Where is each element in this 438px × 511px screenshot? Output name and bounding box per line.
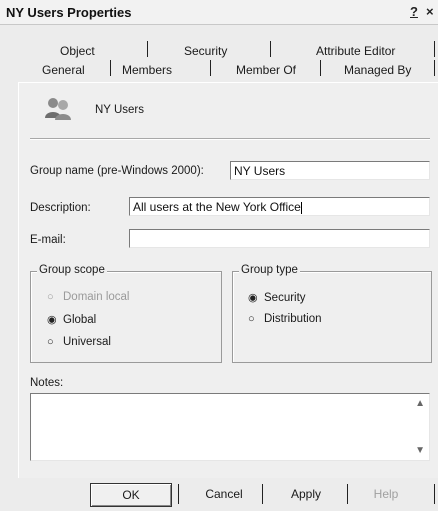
description-label: Description:	[30, 202, 91, 214]
group-name-field[interactable]: NY Users	[230, 161, 430, 180]
ok-button[interactable]: OK	[90, 483, 172, 507]
tab-object[interactable]: Object	[60, 44, 95, 58]
email-label: E-mail:	[30, 234, 66, 246]
scroll-down-icon[interactable]: ▼	[415, 445, 425, 456]
group-scope-legend: Group scope	[37, 264, 107, 276]
radio-distribution[interactable]: ○ Distribution	[248, 313, 322, 325]
radio-label: Security	[264, 292, 306, 304]
group-name-label: Group name (pre-Windows 2000):	[30, 165, 204, 177]
help-icon[interactable]: ?	[410, 4, 418, 19]
tab-divider	[320, 60, 321, 76]
radio-unselected-icon: ○	[47, 291, 54, 303]
tab-divider	[210, 60, 211, 76]
tab-divider	[434, 60, 435, 76]
radio-unselected-icon: ○	[248, 313, 255, 325]
tab-divider	[434, 41, 435, 57]
radio-label: Global	[63, 314, 97, 326]
cancel-button[interactable]: Cancel	[184, 483, 264, 505]
notes-label: Notes:	[30, 377, 64, 389]
help-button[interactable]: Help	[346, 483, 426, 505]
header-divider	[30, 138, 430, 140]
tab-security[interactable]: Security	[184, 44, 227, 58]
radio-universal[interactable]: ○ Universal	[47, 336, 111, 348]
notes-textarea[interactable]: ▲ ▼	[30, 393, 430, 461]
apply-button[interactable]: Apply	[266, 483, 346, 505]
group-type-legend: Group type	[239, 264, 300, 276]
window-title: NY Users Properties	[6, 5, 132, 20]
radio-selected-icon: ◉	[248, 292, 258, 304]
button-divider	[178, 484, 179, 504]
tab-divider	[110, 60, 111, 76]
radio-global[interactable]: ◉ Global	[47, 313, 96, 326]
description-value: All users at the New York Office	[133, 200, 301, 214]
email-field[interactable]	[129, 229, 430, 248]
button-divider	[262, 484, 263, 504]
radio-domain-local[interactable]: ○ Domain local	[47, 291, 129, 303]
radio-security[interactable]: ◉ Security	[248, 291, 306, 304]
close-icon[interactable]: ×	[426, 4, 434, 19]
description-field[interactable]: All users at the New York Office	[129, 197, 430, 216]
tab-divider	[147, 41, 148, 57]
tab-general[interactable]: General	[42, 63, 85, 77]
title-bar: NY Users Properties ? ×	[0, 0, 438, 25]
tab-divider	[270, 41, 271, 57]
scroll-up-icon[interactable]: ▲	[415, 398, 425, 409]
radio-selected-icon: ◉	[47, 314, 57, 326]
users-group-icon	[45, 98, 71, 120]
radio-label: Distribution	[264, 313, 322, 325]
text-caret	[300, 201, 302, 214]
tab-managed-by[interactable]: Managed By	[344, 63, 411, 77]
button-divider	[347, 484, 348, 504]
tab-members[interactable]: Members	[122, 63, 172, 77]
group-name-display: NY Users	[95, 104, 144, 116]
button-divider	[434, 484, 435, 504]
radio-label: Domain local	[63, 291, 130, 303]
radio-unselected-icon: ○	[47, 336, 54, 348]
radio-label: Universal	[63, 336, 111, 348]
tab-attribute-editor[interactable]: Attribute Editor	[316, 44, 395, 58]
tab-member-of[interactable]: Member Of	[236, 63, 296, 77]
